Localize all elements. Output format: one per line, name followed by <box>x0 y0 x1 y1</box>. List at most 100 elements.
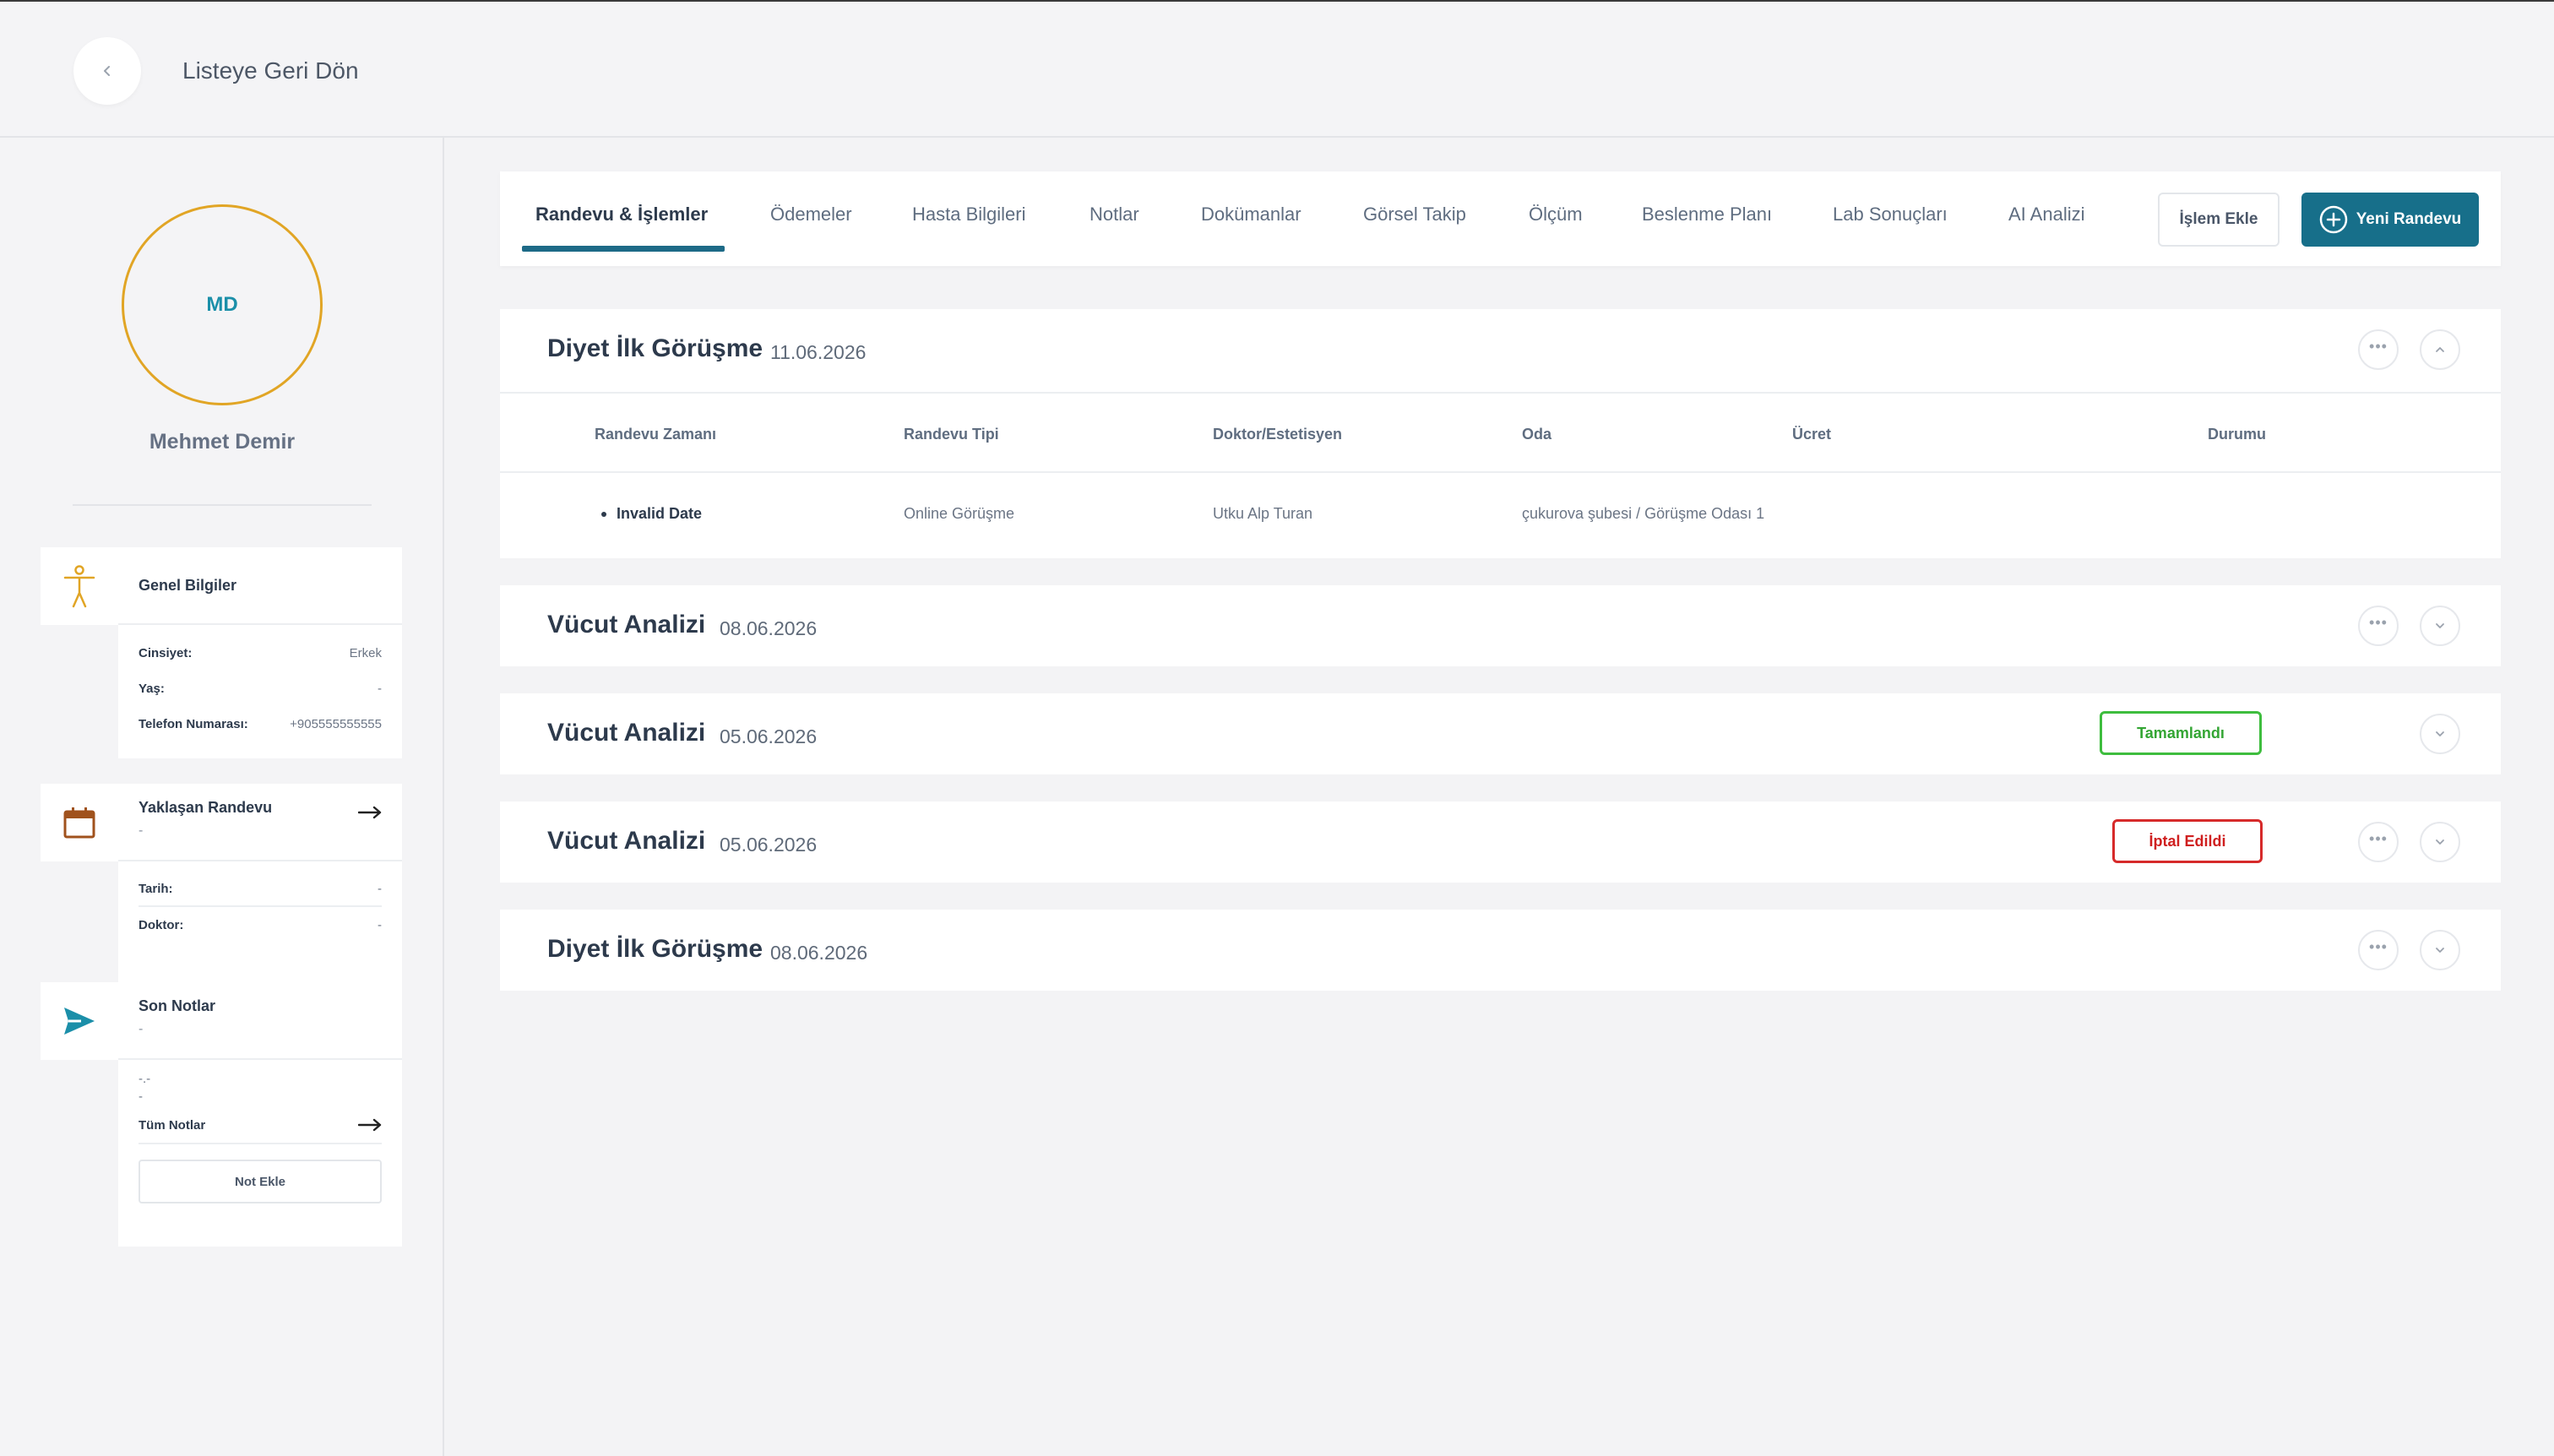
more-horizontal-icon: ••• <box>2369 938 2388 955</box>
more-horizontal-icon: ••• <box>2369 830 2388 847</box>
info-row-age: Yaş: - <box>139 671 382 706</box>
appointment-date: 08.06.2026 <box>720 617 818 639</box>
column-header: Durumu <box>2208 426 2266 443</box>
card-icon-box <box>41 982 118 1060</box>
info-row-date: Tarih: - <box>139 872 382 907</box>
add-process-label: İşlem Ekle <box>2179 210 2258 228</box>
appointment-title: Vücut Analizi <box>547 611 706 638</box>
back-button[interactable] <box>73 37 141 105</box>
appointment-header[interactable]: Diyet İlk Görüşme 11.06.2026 ••• <box>500 309 2501 390</box>
info-label: Tarih: <box>139 881 173 896</box>
new-appointment-button[interactable]: Yeni Randevu <box>2301 193 2479 247</box>
info-value: - <box>378 681 382 696</box>
info-value: Erkek <box>349 645 382 660</box>
plus-circle-icon <box>2319 205 2347 234</box>
chevron-down-icon <box>2436 623 2444 628</box>
more-horizontal-icon: ••• <box>2369 338 2388 355</box>
cell-time: Invalid Date <box>617 505 703 522</box>
card-icon-box <box>41 784 118 861</box>
avatar-initials: MD <box>206 293 238 316</box>
expand-button[interactable] <box>2420 714 2460 754</box>
column-header: Randevu Zamanı <box>595 426 717 443</box>
chevron-left-icon <box>104 66 110 76</box>
expand-button[interactable] <box>2420 822 2460 862</box>
tab-payments[interactable]: Ödemeler <box>770 204 852 225</box>
column-header: Randevu Tipi <box>904 426 999 443</box>
table-header: Randevu Zamanı Randevu Tipi Doktor/Estet… <box>500 392 2501 473</box>
general-info-body: Genel Bilgiler Cinsiyet: Erkek Yaş: - Te… <box>118 547 402 758</box>
add-process-button[interactable]: İşlem Ekle <box>2158 193 2280 247</box>
status-badge: İptal Edildi <box>2112 819 2263 863</box>
send-icon <box>64 1008 95 1035</box>
appointment-date: 11.06.2026 <box>770 341 867 363</box>
tab-appointments[interactable]: Randevu & İşlemler <box>535 204 708 225</box>
patient-sidebar: MD Mehmet Demir Genel Bilgiler Cinsiyet:… <box>0 138 444 1456</box>
patient-name: Mehmet Demir <box>149 430 296 454</box>
divider <box>73 504 372 506</box>
tab-patient-info[interactable]: Hasta Bilgileri <box>912 204 1026 225</box>
tab-measurement[interactable]: Ölçüm <box>1529 204 1583 225</box>
cell-type: Online Görüşme <box>904 505 1015 522</box>
bullet-icon <box>601 512 606 517</box>
appointment-card: Diyet İlk Görüşme 11.06.2026 ••• Randevu… <box>500 309 2501 558</box>
info-row-phone: Telefon Numarası: +905555555555 <box>139 706 382 742</box>
tab-notes[interactable]: Notlar <box>1090 204 1139 225</box>
page-header: Listeye Geri Dön <box>0 2 2554 138</box>
appointment-card[interactable]: Vücut Analizi 05.06.2026 İptal Edildi ••… <box>500 801 2501 883</box>
card-title: Yaklaşan Randevu <box>139 799 273 816</box>
cell-room: çukurova şubesi / Görüşme Odası 1 <box>1522 505 1765 522</box>
info-label: Cinsiyet: <box>139 645 193 660</box>
appointment-date: 05.06.2026 <box>720 834 818 856</box>
arrow-right-icon <box>358 1118 382 1132</box>
note-preview-line: - <box>139 1089 143 1104</box>
card-icon-box <box>41 547 118 625</box>
arrow-right-icon[interactable] <box>358 806 382 819</box>
info-label: Doktor: <box>139 917 184 932</box>
appointment-title: Diyet İlk Görüşme <box>547 334 763 362</box>
more-options-button[interactable]: ••• <box>2358 930 2399 970</box>
more-options-button[interactable]: ••• <box>2358 822 2399 862</box>
recent-notes-body: Son Notlar - -.- - Tüm Notlar Not Ekle <box>118 982 402 1247</box>
note-preview-line: -.- <box>139 1072 151 1086</box>
tab-nutrition-plan[interactable]: Beslenme Planı <box>1642 204 1772 225</box>
card-header: Genel Bilgiler <box>118 547 402 625</box>
expand-button[interactable] <box>2420 606 2460 646</box>
expand-button[interactable] <box>2420 930 2460 970</box>
collapse-button[interactable] <box>2420 329 2460 370</box>
more-options-button[interactable]: ••• <box>2358 329 2399 370</box>
info-label: Yaş: <box>139 681 165 696</box>
info-label: Telefon Numarası: <box>139 716 248 731</box>
add-note-button[interactable]: Not Ekle <box>139 1160 382 1203</box>
tab-visual-tracking[interactable]: Görsel Takip <box>1363 204 1466 225</box>
appointment-card[interactable]: Diyet İlk Görüşme 08.06.2026 ••• <box>500 910 2501 991</box>
tab-ai-analysis[interactable]: AI Analizi <box>2008 204 2085 225</box>
appointment-date: 05.06.2026 <box>720 725 818 747</box>
column-header: Doktor/Estetisyen <box>1213 426 1343 443</box>
card-title: Genel Bilgiler <box>139 576 237 594</box>
tab-bar: Randevu & İşlemler Ödemeler Hasta Bilgil… <box>500 171 2501 266</box>
appointment-card[interactable]: Vücut Analizi 08.06.2026 ••• <box>500 585 2501 666</box>
appointment-title: Diyet İlk Görüşme <box>547 935 763 963</box>
back-to-list-label[interactable]: Listeye Geri Dön <box>182 57 359 84</box>
appointment-card[interactable]: Vücut Analizi 05.06.2026 Tamamlandı <box>500 693 2501 774</box>
column-header: Ücret <box>1792 426 1832 443</box>
tab-lab-results[interactable]: Lab Sonuçları <box>1833 204 1948 225</box>
all-notes-link[interactable]: Tüm Notlar <box>139 1107 382 1144</box>
status-badge: Tamamlandı <box>2100 711 2262 755</box>
card-title: Son Notlar <box>139 997 216 1014</box>
tab-documents[interactable]: Dokümanlar <box>1201 204 1301 225</box>
appointment-date: 08.06.2026 <box>770 942 868 964</box>
card-header: Yaklaşan Randevu - <box>118 784 402 861</box>
info-value: - <box>378 881 382 896</box>
chevron-up-icon <box>2436 347 2444 352</box>
active-tab-indicator <box>522 246 725 252</box>
calendar-icon <box>63 807 95 839</box>
chevron-down-icon <box>2436 731 2444 736</box>
more-options-button[interactable]: ••• <box>2358 606 2399 646</box>
card-subtitle: - <box>139 823 144 838</box>
avatar: MD <box>122 204 323 405</box>
info-row-doctor: Doktor: - <box>139 907 382 943</box>
column-header: Oda <box>1522 426 1552 443</box>
card-header: Son Notlar - <box>118 982 402 1060</box>
appointment-title: Vücut Analizi <box>547 719 706 747</box>
